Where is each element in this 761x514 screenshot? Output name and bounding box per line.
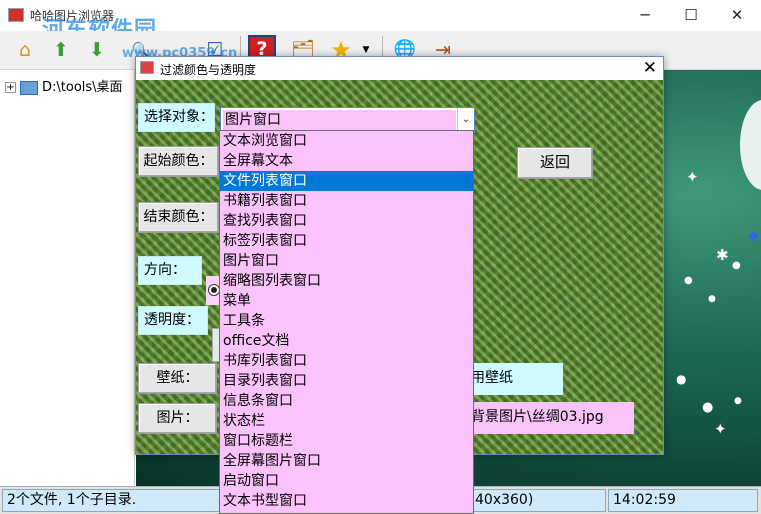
dialog-close-button[interactable]: ✕ [643,57,657,79]
decor-star: ● [684,275,693,286]
dropdown-item[interactable]: 缩略图列表窗口 [220,271,473,291]
decor-star: ● [732,260,741,271]
direction-label: 方向： [138,256,202,285]
decor-star: ● [676,372,687,386]
dropdown-item[interactable]: 菜单 [220,291,473,311]
tree-item-desktop[interactable]: + D:\tools\桌面 [5,76,123,95]
back-button[interactable]: 返回 [517,147,593,179]
decor-star: ✦ [714,420,727,438]
status-image-size: 40x360) [470,489,606,512]
expand-icon[interactable]: + [5,82,16,93]
status-clock: 14:02:59 [608,489,758,512]
dropdown-item[interactable]: 窗口标题栏 [220,431,473,451]
decor-star: ◆ [748,228,759,244]
dropdown-item[interactable]: 文本书型窗口 [220,491,473,511]
dialog-app-icon [140,61,154,74]
decor-star: ● [708,294,716,304]
start-color-button[interactable]: 起始颜色： [138,146,219,177]
chevron-down-icon[interactable]: ⌄ [457,108,474,132]
dropdown-item[interactable]: office文档 [220,331,473,351]
dropdown-item[interactable]: 文本浏览窗口 [220,131,473,151]
dropdown-item[interactable]: 信息条窗口 [220,391,473,411]
dropdown-item[interactable]: 状态栏 [220,411,473,431]
dropdown-item[interactable]: 全屏幕图片窗口 [220,451,473,471]
decor-star: ● [734,396,742,406]
wallpaper-button[interactable]: 壁纸： [138,363,217,394]
dropdown-item-selected[interactable]: 文件列表窗口 [220,171,473,191]
end-color-button[interactable]: 结束颜色： [138,202,219,233]
dropdown-item[interactable]: 标签列表窗口 [220,231,473,251]
tree-item-label: D:\tools\桌面 [42,80,123,95]
decor-star: ✦ [686,168,699,186]
folder-tree: + D:\tools\桌面 [0,70,135,486]
decor-orb [740,100,761,190]
folder-icon [20,80,38,95]
dropdown-item[interactable]: 工具条 [220,311,473,331]
down-arrow-icon[interactable]: ⬇ [82,35,112,65]
close-button[interactable]: ✕ [714,0,760,31]
dropdown-item[interactable]: 书库列表窗口 [220,351,473,371]
dropdown-item[interactable]: 图片窗口 [220,251,473,271]
dialog-title-bar: 过滤颜色与透明度 ✕ [136,57,663,80]
dropdown-item[interactable]: 启动窗口 [220,471,473,491]
picture-path-text[interactable]: 背景图片\丝绸03.jpg [471,402,634,434]
home-icon[interactable]: ⌂ [10,35,40,65]
up-arrow-icon[interactable]: ⬆ [46,35,76,65]
decor-star: ✱ [716,246,729,264]
select-object-label: 选择对象： [138,103,215,132]
transparency-label: 透明度： [138,306,208,335]
picture-button[interactable]: 图片： [138,403,217,434]
dropdown-item[interactable]: 目录列表窗口 [220,371,473,391]
dropdown-item[interactable]: 书籍列表窗口 [220,191,473,211]
maximize-button[interactable]: ☐ [668,0,714,31]
dropdown-item[interactable]: 全屏幕文本 [220,151,473,171]
app-icon [8,8,24,22]
dialog-title: 过滤颜色与透明度 [160,63,257,77]
use-wallpaper-text[interactable]: 用壁纸 [471,363,563,395]
select-object-dropdown-list[interactable]: 文本浏览窗口 全屏幕文本 文件列表窗口 书籍列表窗口 查找列表窗口 标签列表窗口… [219,130,474,514]
decor-star: ● [702,400,714,415]
main-title-bar: 哈哈图片浏览器 河东软件园 ─ ☐ ✕ [0,0,761,43]
combo-value: 图片窗口 [223,110,456,130]
dropdown-item[interactable]: 查找列表窗口 [220,211,473,231]
minimize-button[interactable]: ─ [622,0,668,31]
